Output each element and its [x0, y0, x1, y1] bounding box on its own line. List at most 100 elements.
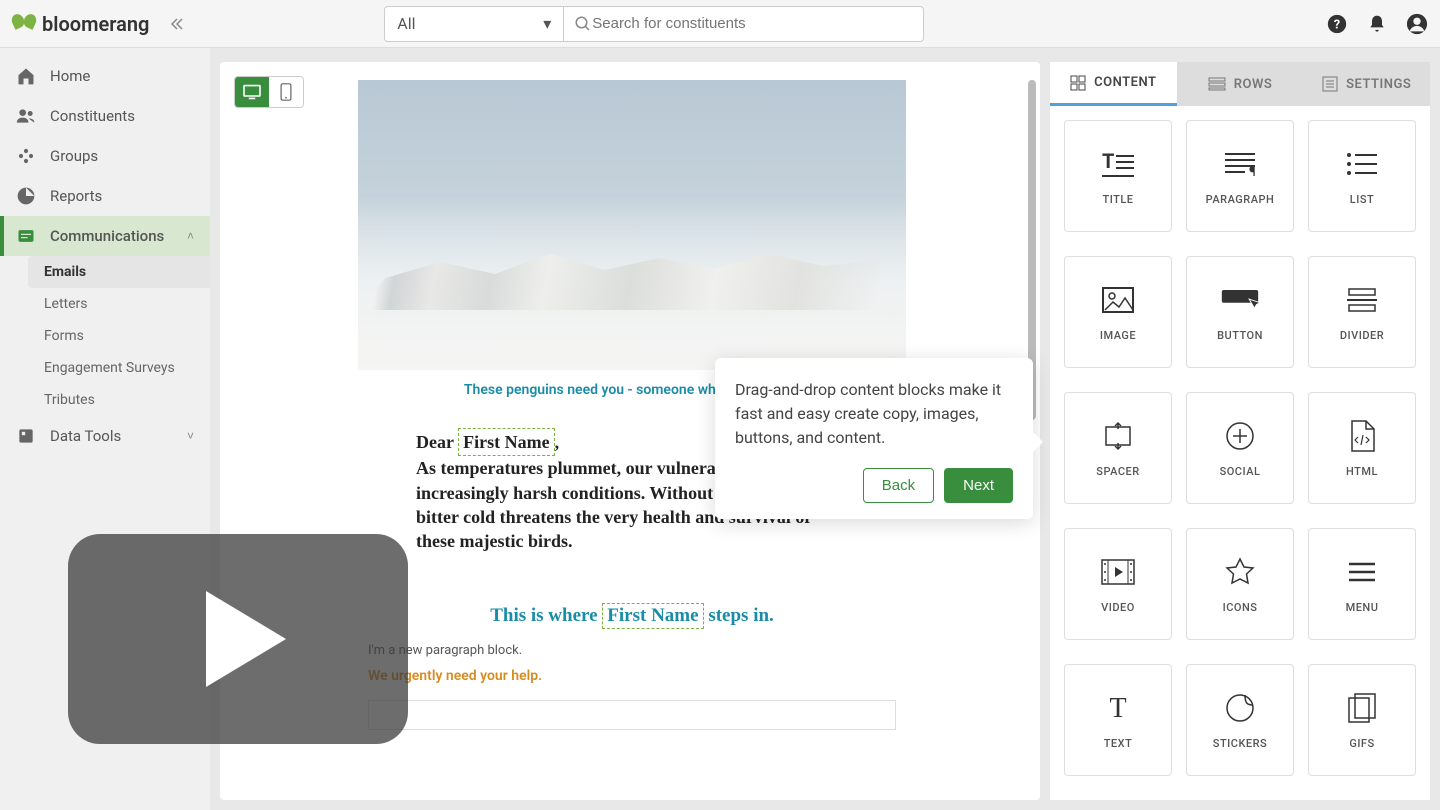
gifs-icon	[1342, 691, 1382, 725]
divider-icon	[1342, 283, 1382, 317]
sidebar-item-label: Constituents	[50, 107, 135, 125]
menu-icon	[1342, 555, 1382, 589]
sub-item-tributes[interactable]: Tributes	[28, 384, 210, 416]
logo-icon	[12, 12, 36, 36]
sub-item-forms[interactable]: Forms	[28, 320, 210, 352]
logo[interactable]: bloomerang	[12, 12, 149, 36]
next-button[interactable]: Next	[944, 468, 1013, 503]
message-icon	[16, 226, 36, 246]
html-icon	[1342, 419, 1382, 453]
block-menu[interactable]: MENU	[1308, 528, 1416, 640]
sidebar-item-label: Groups	[50, 147, 98, 165]
greeting-prefix: Dear	[416, 432, 458, 452]
hero-image[interactable]	[358, 80, 906, 370]
home-icon	[16, 66, 36, 86]
spacer-icon	[1098, 419, 1138, 453]
onboarding-tooltip: Drag-and-drop content blocks make it fas…	[715, 358, 1033, 519]
sidebar-item-groups[interactable]: Groups	[0, 136, 210, 176]
search-input[interactable]	[592, 15, 913, 32]
people-icon	[16, 106, 36, 126]
block-button[interactable]: BUTTON	[1186, 256, 1294, 368]
chevron-up-icon: ˄	[187, 229, 194, 243]
mobile-view-button[interactable]	[269, 77, 303, 107]
block-gifs[interactable]: GIFS	[1308, 664, 1416, 776]
collapse-sidebar-icon[interactable]	[169, 17, 183, 31]
svg-text:?: ?	[1334, 17, 1340, 32]
tab-content[interactable]: CONTENT	[1050, 62, 1177, 106]
subhead[interactable]: This is where First Name steps in.	[358, 603, 906, 629]
comms-subitems: Emails Letters Forms Engagement Surveys …	[0, 256, 210, 416]
sidebar-item-reports[interactable]: Reports	[0, 176, 210, 216]
subhead-before: This is where	[490, 605, 602, 626]
sidebar-item-label: Home	[50, 67, 90, 85]
panel-tabs: CONTENT ROWS SETTINGS	[1050, 62, 1430, 106]
tooltip-text: Drag-and-drop content blocks make it fas…	[735, 378, 1013, 450]
sticker-icon	[1220, 691, 1260, 725]
sub-item-letters[interactable]: Letters	[28, 288, 210, 320]
video-icon	[1098, 555, 1138, 589]
chevron-down-icon: ˅	[187, 429, 194, 443]
block-title[interactable]: TTITLE	[1064, 120, 1172, 232]
block-list[interactable]: LIST	[1308, 120, 1416, 232]
help-icon[interactable]: ?	[1326, 13, 1348, 35]
block-stickers[interactable]: STICKERS	[1186, 664, 1294, 776]
merge-tag-firstname[interactable]: First Name	[458, 428, 554, 456]
search-filter-select[interactable]: All ▾	[384, 6, 564, 42]
tab-rows[interactable]: ROWS	[1177, 62, 1304, 106]
block-divider[interactable]: DIVIDER	[1308, 256, 1416, 368]
sub-item-surveys[interactable]: Engagement Surveys	[28, 352, 210, 384]
tooltip-buttons: Back Next	[735, 468, 1013, 503]
tab-settings[interactable]: SETTINGS	[1303, 62, 1430, 106]
sub-item-emails[interactable]: Emails	[28, 256, 210, 288]
star-icon	[1220, 555, 1260, 589]
block-video[interactable]: VIDEO	[1064, 528, 1172, 640]
search-box	[564, 6, 924, 42]
sidebar-item-constituents[interactable]: Constituents	[0, 96, 210, 136]
merge-tag-firstname-2[interactable]: First Name	[602, 603, 703, 629]
device-toggle	[234, 76, 304, 108]
topbar: bloomerang All ▾ ?	[0, 0, 1440, 48]
block-text[interactable]: TTEXT	[1064, 664, 1172, 776]
svg-text:T: T	[1102, 150, 1114, 173]
search-icon	[574, 15, 592, 33]
chevron-down-icon: ▾	[543, 14, 551, 33]
sidebar-item-communications[interactable]: Communications ˄	[0, 216, 210, 256]
groups-icon	[16, 146, 36, 166]
title-icon: T	[1098, 147, 1138, 181]
urgent-text[interactable]: We urgently need your help.	[358, 662, 906, 690]
right-panel: CONTENT ROWS SETTINGS TTITLE ¶PARAGRAPH …	[1050, 62, 1430, 800]
block-image[interactable]: IMAGE	[1064, 256, 1172, 368]
svg-text:¶: ¶	[1249, 164, 1256, 178]
placeholder-block[interactable]	[368, 700, 896, 730]
sidebar-item-home[interactable]: Home	[0, 56, 210, 96]
block-icons[interactable]: ICONS	[1186, 528, 1294, 640]
list-icon	[1342, 147, 1382, 181]
filter-value: All	[397, 14, 415, 33]
sidebar-item-datatools[interactable]: Data Tools ˅	[0, 416, 210, 456]
greeting-suffix: ,	[555, 432, 560, 452]
search-wrap: All ▾	[384, 6, 924, 42]
paragraph-icon: ¶	[1220, 147, 1260, 181]
sidebar-item-label: Communications	[50, 227, 164, 245]
social-icon	[1220, 419, 1260, 453]
block-paragraph[interactable]: ¶PARAGRAPH	[1186, 120, 1294, 232]
content-blocks: TTITLE ¶PARAGRAPH LIST IMAGE BUTTON DIVI…	[1050, 106, 1430, 800]
brand-name: bloomerang	[42, 12, 149, 36]
sidebar-item-label: Reports	[50, 187, 102, 205]
topbar-icons: ?	[1326, 13, 1428, 35]
back-button[interactable]: Back	[863, 468, 934, 503]
block-html[interactable]: HTML	[1308, 392, 1416, 504]
play-video-overlay[interactable]	[68, 534, 408, 744]
new-paragraph[interactable]: I'm a new paragraph block.	[358, 629, 906, 662]
play-icon	[206, 591, 286, 687]
desktop-view-button[interactable]	[235, 77, 269, 107]
block-spacer[interactable]: SPACER	[1064, 392, 1172, 504]
bell-icon[interactable]	[1366, 13, 1388, 35]
account-icon[interactable]	[1406, 13, 1428, 35]
svg-text:T: T	[1109, 693, 1126, 723]
block-social[interactable]: SOCIAL	[1186, 392, 1294, 504]
text-icon: T	[1098, 691, 1138, 725]
button-icon	[1220, 283, 1260, 317]
subhead-after: steps in.	[704, 605, 774, 626]
sidebar-item-label: Data Tools	[50, 427, 121, 445]
